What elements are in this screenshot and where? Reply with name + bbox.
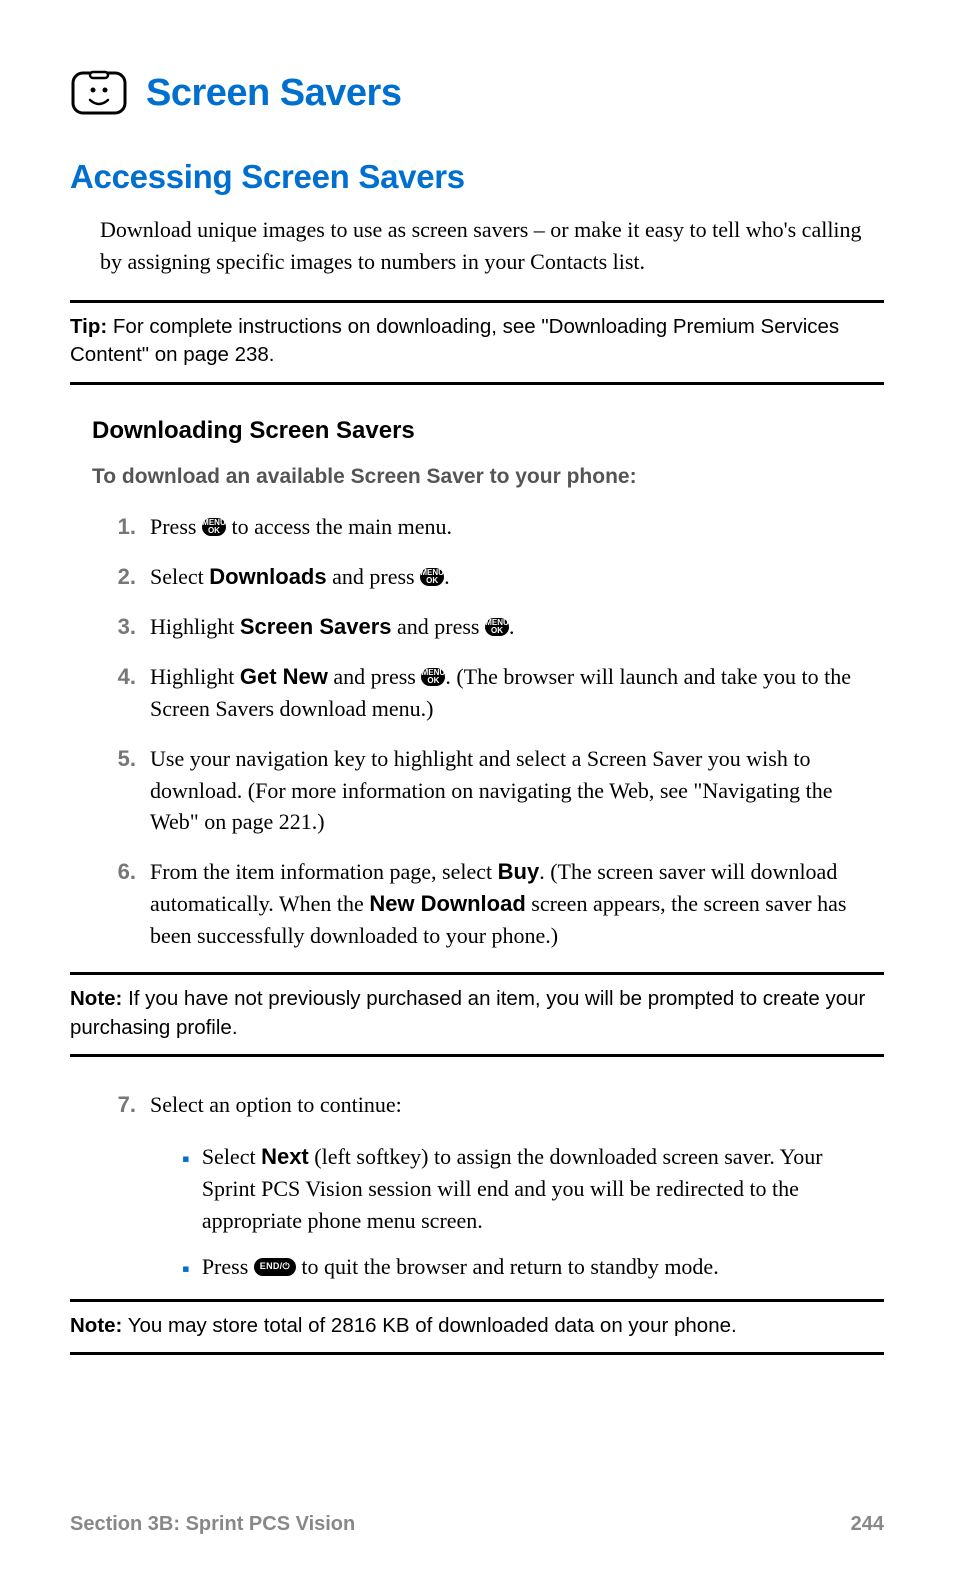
step-text: Select Downloads and press MENUOK.: [150, 561, 864, 593]
footer-section-label: Section 3B: Sprint PCS Vision: [70, 1513, 355, 1536]
step-1: 1. Press MENUOK to access the main menu.: [106, 511, 864, 543]
bullet-text: Press END/⏻ to quit the browser and retu…: [202, 1251, 719, 1283]
note-label: Note:: [70, 1314, 122, 1337]
step-7: 7. Select an option to continue:: [106, 1089, 864, 1121]
bullet-list: ▪ Select Next (left softkey) to assign t…: [182, 1141, 864, 1283]
steps-list-continued: 7. Select an option to continue:: [106, 1089, 864, 1121]
note-text: If you have not previously purchased an …: [70, 987, 865, 1039]
step-number: 4.: [106, 661, 136, 725]
tip-callout: Tip: For complete instructions on downlo…: [70, 300, 884, 385]
page-footer: Section 3B: Sprint PCS Vision 244: [70, 1513, 884, 1536]
manual-page: Screen Savers Accessing Screen Savers Do…: [0, 0, 954, 1590]
note-text: You may store total of 2816 KB of downlo…: [122, 1314, 736, 1337]
menu-ok-button-icon: MENUOK: [202, 518, 226, 536]
page-title: Screen Savers: [146, 72, 401, 115]
lead-text: To download an available Screen Saver to…: [92, 465, 884, 489]
step-6: 6. From the item information page, selec…: [106, 856, 864, 952]
menu-ok-button-icon: MENUOK: [421, 668, 445, 686]
step-5: 5. Use your navigation key to highlight …: [106, 743, 864, 839]
bullet-marker-icon: ▪: [182, 1143, 190, 1239]
menu-ok-button-icon: MENUOK: [420, 568, 444, 586]
tip-text: For complete instructions on downloading…: [70, 315, 839, 367]
screen-savers-icon: [70, 70, 128, 116]
menu-ok-button-icon: MENUOK: [485, 618, 509, 636]
page-number: 244: [851, 1513, 884, 1536]
step-text: Press MENUOK to access the main menu.: [150, 511, 864, 543]
intro-paragraph: Download unique images to use as screen …: [100, 214, 864, 278]
subsection-heading: Downloading Screen Savers: [92, 417, 884, 445]
step-number: 3.: [106, 611, 136, 643]
step-number: 1.: [106, 511, 136, 543]
note-label: Note:: [70, 987, 122, 1010]
page-title-row: Screen Savers: [70, 70, 884, 116]
bullet-item: ▪ Select Next (left softkey) to assign t…: [182, 1141, 864, 1237]
step-4: 4. Highlight Get New and press MENUOK. (…: [106, 661, 864, 725]
bullet-marker-icon: ▪: [182, 1253, 190, 1285]
tip-label: Tip:: [70, 315, 107, 338]
step-text: Select an option to continue:: [150, 1089, 864, 1121]
step-2: 2. Select Downloads and press MENUOK.: [106, 561, 864, 593]
step-number: 6.: [106, 856, 136, 952]
steps-list: 1. Press MENUOK to access the main menu.…: [106, 511, 864, 952]
step-number: 5.: [106, 743, 136, 839]
step-number: 2.: [106, 561, 136, 593]
note-callout-1: Note: If you have not previously purchas…: [70, 972, 884, 1057]
note-callout-2: Note: You may store total of 2816 KB of …: [70, 1299, 884, 1356]
step-text: Highlight Get New and press MENUOK. (The…: [150, 661, 864, 725]
end-power-button-icon: END/⏻: [254, 1258, 296, 1276]
step-number: 7.: [106, 1089, 136, 1121]
step-text: Highlight Screen Savers and press MENUOK…: [150, 611, 864, 643]
step-text: From the item information page, select B…: [150, 856, 864, 952]
bullet-text: Select Next (left softkey) to assign the…: [202, 1141, 864, 1237]
section-heading: Accessing Screen Savers: [70, 158, 884, 196]
step-text: Use your navigation key to highlight and…: [150, 743, 864, 839]
bullet-item: ▪ Press END/⏻ to quit the browser and re…: [182, 1251, 864, 1283]
step-3: 3. Highlight Screen Savers and press MEN…: [106, 611, 864, 643]
